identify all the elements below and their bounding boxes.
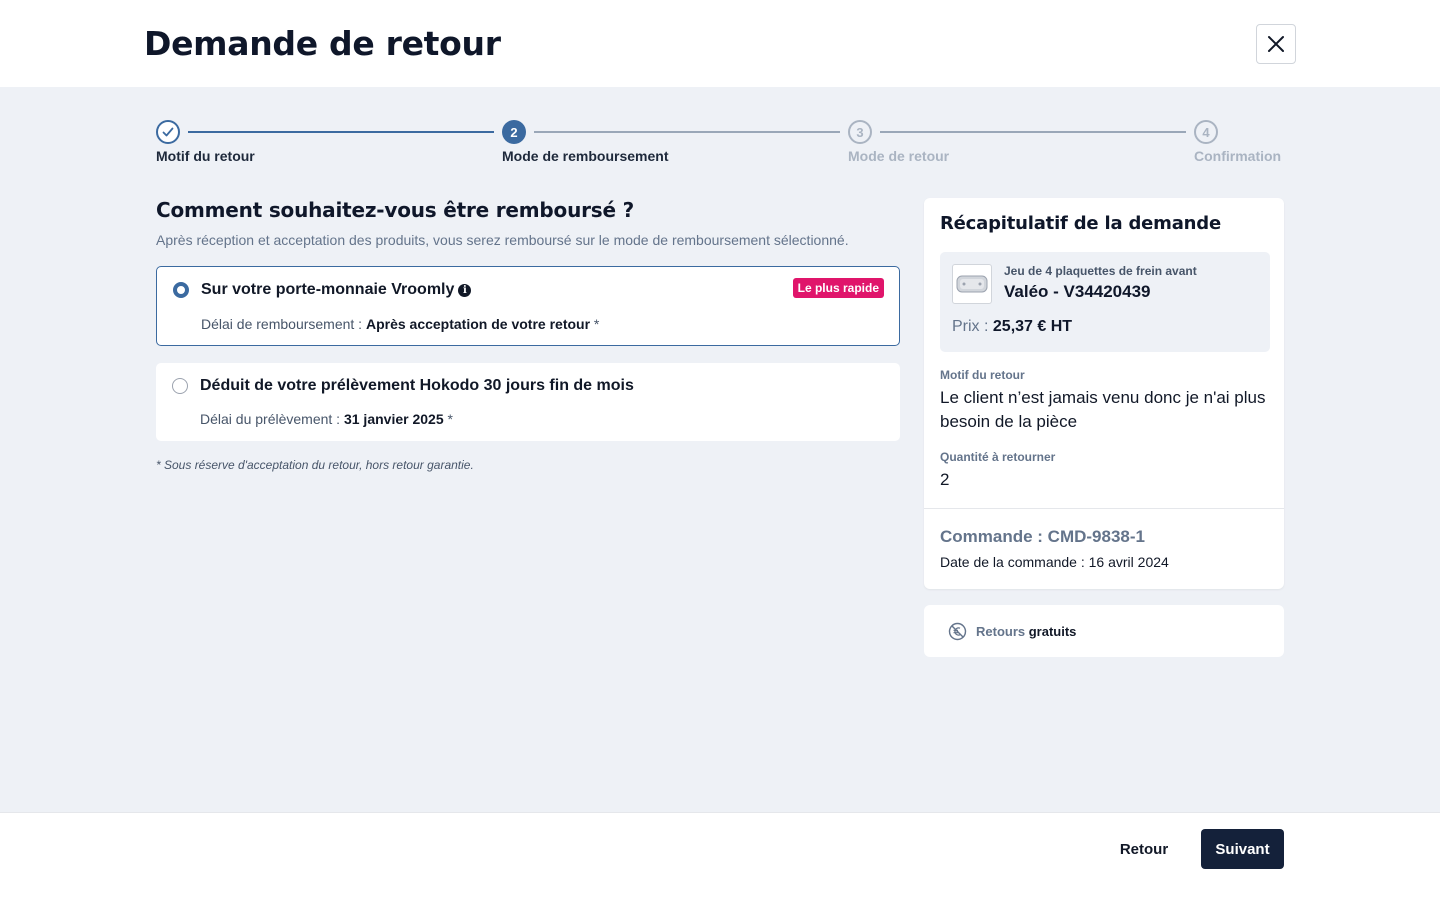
order-date: Date de la commande : 16 avril 2024 [940, 554, 1169, 570]
price-label: Prix : [952, 318, 993, 335]
price-value: 25,37 € HT [992, 318, 1073, 335]
option-title: Déduit de votre prélèvement Hokodo 30 jo… [200, 377, 634, 394]
next-button[interactable]: Suivant [1201, 829, 1284, 869]
detail-suffix: * [443, 411, 453, 427]
step-4-label: Confirmation [1194, 148, 1282, 164]
detail-value: 31 janvier 2025 [343, 411, 444, 427]
detail-value: Après acceptation de votre retour [365, 316, 591, 332]
option-title: Sur votre porte-monnaie Vroomly i [201, 281, 472, 299]
no-euro-icon [948, 622, 967, 641]
step-2-label: Mode de remboursement [502, 148, 669, 164]
section-title: Comment souhaitez-vous être remboursé ? [156, 198, 635, 222]
info-icon[interactable]: i [458, 284, 472, 297]
product-price: Prix : 25,37 € HT [952, 318, 1072, 336]
brake-pads-image [952, 264, 992, 304]
detail-suffix: * [590, 316, 600, 332]
order-id: Commande : CMD-9838-1 [940, 527, 1145, 546]
step-1-label: Motif du retour [156, 148, 255, 164]
free-returns-emphasis: gratuits [1028, 624, 1077, 639]
request-summary-card: Récapitulatif de la demande Jeu de 4 pla… [924, 198, 1284, 589]
option-detail: Délai de remboursement : Après acceptati… [201, 316, 599, 332]
step-3-number: 3 [848, 120, 872, 144]
option-detail: Délai du prélèvement : 31 janvier 2025 * [200, 411, 453, 427]
free-returns-text: Retours gratuits [976, 624, 1076, 639]
step-4-number: 4 [1194, 120, 1218, 144]
step-1-check-icon [156, 120, 180, 144]
section-subtitle: Après réception et acceptation des produ… [156, 232, 849, 248]
refund-option-hokodo[interactable]: Déduit de votre prélèvement Hokodo 30 jo… [156, 363, 900, 441]
quantity-label: Quantité à retourner [940, 450, 1056, 464]
radio-unselected-icon[interactable] [172, 378, 188, 394]
step-connector-3 [880, 131, 1186, 133]
progress-stepper: Motif du retour 2 Mode de remboursement … [156, 120, 1284, 170]
summary-divider [924, 508, 1284, 509]
step-connector-2 [534, 131, 840, 133]
option-title-text: Sur votre porte-monnaie Vroomly [201, 281, 455, 298]
close-button[interactable] [1256, 24, 1296, 64]
detail-label: Délai de remboursement : [201, 316, 366, 332]
step-2-number: 2 [502, 120, 526, 144]
footnote: * Sous réserve d'acceptation du retour, … [156, 458, 474, 472]
footer-bar: Retour Suivant [0, 812, 1440, 900]
back-button[interactable]: Retour [1104, 829, 1184, 869]
summary-title: Récapitulatif de la demande [940, 213, 1221, 234]
detail-label: Délai du prélèvement : [200, 411, 344, 427]
radio-selected-icon[interactable] [173, 282, 189, 298]
step-connector-1 [188, 131, 494, 133]
page-header: Demande de retour [0, 0, 1440, 87]
quantity-value: 2 [940, 470, 950, 489]
product-name: Valéo - V34420439 [1004, 282, 1151, 301]
product-card: Jeu de 4 plaquettes de frein avant Valéo… [940, 252, 1270, 352]
product-description: Jeu de 4 plaquettes de frein avant [1004, 264, 1197, 278]
refund-option-wallet[interactable]: Sur votre porte-monnaie Vroomly i Le plus… [156, 266, 900, 346]
step-3-label: Mode de retour [848, 148, 950, 164]
fastest-badge: Le plus rapide [792, 278, 884, 298]
reason-value: Le client n’est jamais venu donc je n'ai… [940, 388, 1266, 431]
reason-label: Motif du retour [940, 368, 1025, 382]
free-returns-banner: Retours gratuits [924, 605, 1284, 657]
page-title: Demande de retour [144, 24, 501, 63]
free-returns-label: Retours [976, 624, 1029, 639]
close-icon [1268, 36, 1284, 52]
